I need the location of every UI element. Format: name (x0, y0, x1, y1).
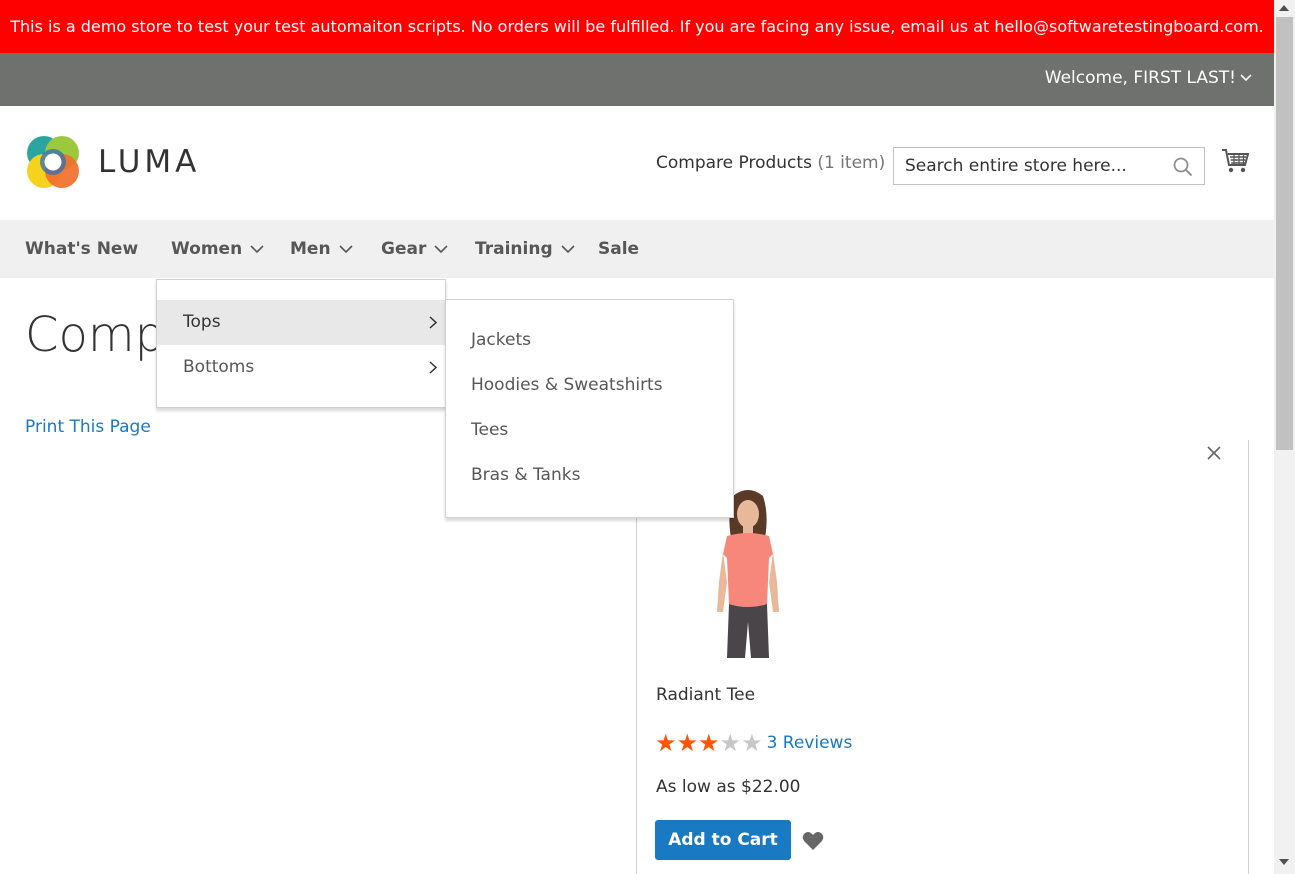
page-title: Comp (25, 307, 166, 363)
search-icon[interactable] (1173, 157, 1193, 177)
submenu-item-label: Bottoms (183, 357, 255, 377)
chevron-down-icon (1240, 74, 1252, 82)
scroll-up-icon[interactable] (1279, 5, 1289, 11)
product-name-link[interactable]: Radiant Tee (656, 685, 755, 705)
logo-text: LUMA (98, 144, 201, 180)
nav-item-training[interactable]: Training (475, 220, 575, 278)
nav-item-sale[interactable]: Sale (598, 220, 639, 278)
nav-item-label: What's New (25, 239, 139, 259)
star-icon: ★ (676, 729, 699, 757)
nav-item-label: Women (171, 239, 243, 259)
reviews-link[interactable]: 3 Reviews (767, 733, 853, 753)
customer-welcome-menu[interactable]: Welcome, FIRST LAST! (1045, 53, 1252, 103)
nav-item-label: Sale (598, 239, 640, 259)
nav-item-gear[interactable]: Gear (381, 220, 448, 278)
nav-item-women[interactable]: Women (171, 220, 264, 278)
close-icon[interactable] (1206, 445, 1222, 461)
submenu-item-hoodies-sweatshirts[interactable]: Hoodies & Sweatshirts (471, 375, 663, 395)
product-rating: ★ ★ ★ ★ ★ 3 Reviews (655, 731, 852, 755)
nav-item-label: Training (475, 239, 553, 259)
print-page-link[interactable]: Print This Page (25, 417, 151, 437)
women-submenu: Tops Bottoms (156, 279, 446, 408)
star-icon: ★ (655, 729, 677, 757)
star-icon: ★ (698, 729, 720, 757)
heart-icon[interactable] (802, 831, 824, 851)
luma-logo-icon (27, 136, 79, 188)
nav-item-men[interactable]: Men (290, 220, 353, 278)
chevron-right-icon (429, 361, 437, 374)
add-to-cart-button[interactable]: Add to Cart (655, 820, 791, 860)
store-logo[interactable]: LUMA (26, 134, 200, 190)
search-box (893, 147, 1205, 185)
submenu-item-bras-tanks[interactable]: Bras & Tanks (471, 465, 580, 485)
welcome-text: Welcome, FIRST LAST! (1044, 68, 1236, 88)
page-scrollbar[interactable] (1274, 0, 1295, 874)
star-icon: ★ (741, 729, 763, 757)
page-header: LUMA Compare Products (1 item) (0, 106, 1274, 220)
top-bar: Welcome, FIRST LAST! (0, 53, 1274, 106)
nav-item-whats-new[interactable]: What's New (25, 220, 138, 278)
cart-icon[interactable] (1221, 147, 1249, 175)
search-input[interactable] (894, 148, 1154, 184)
nav-item-label: Gear (381, 239, 427, 259)
scroll-down-icon[interactable] (1279, 859, 1289, 865)
submenu-item-tees[interactable]: Tees (471, 420, 508, 440)
nav-item-label: Men (290, 239, 331, 259)
product-price: As low as $22.00 (656, 777, 801, 797)
compare-products-label: Compare Products (656, 153, 812, 173)
compare-products-count: (1 item) (817, 153, 886, 173)
submenu-item-tops[interactable]: Tops (157, 300, 445, 345)
compare-products-link[interactable]: Compare Products (1 item) (656, 153, 885, 173)
chevron-down-icon (434, 244, 448, 253)
submenu-item-jackets[interactable]: Jackets (471, 330, 531, 350)
scrollbar-thumb[interactable] (1276, 17, 1293, 450)
chevron-down-icon (338, 244, 353, 253)
star-icon: ★ (719, 729, 742, 757)
chevron-down-icon (561, 244, 575, 253)
chevron-down-icon (250, 244, 264, 253)
chevron-right-icon (429, 316, 437, 329)
demo-notice-banner: This is a demo store to test your test a… (0, 0, 1274, 53)
tops-submenu: Jackets Hoodies & Sweatshirts Tees Bras … (445, 299, 734, 518)
submenu-item-bottoms[interactable]: Bottoms (157, 345, 445, 390)
submenu-item-label: Tops (183, 312, 221, 332)
main-navigation: What's New Women Men Gear Training Sale (0, 220, 1274, 278)
